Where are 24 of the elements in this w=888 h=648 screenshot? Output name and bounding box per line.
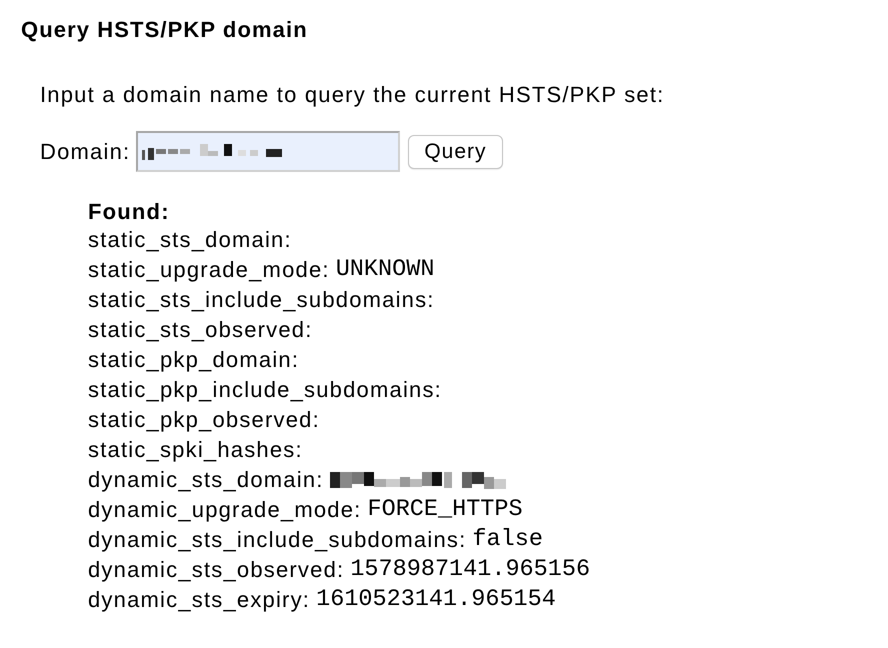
field-value: FORCE_HTTPS [367, 495, 523, 525]
field-label: static_sts_include_subdomains: [88, 286, 435, 314]
field-label: static_pkp_domain: [88, 346, 300, 374]
field-label: static_pkp_observed: [88, 406, 320, 434]
field-label: static_sts_observed: [88, 316, 313, 344]
field-label: dynamic_upgrade_mode: [88, 496, 362, 524]
result-heading: Found: [88, 199, 171, 225]
field-label: static_upgrade_mode: [88, 256, 330, 284]
instruction-text: Input a domain name to query the current HSTS/PKP set: [40, 81, 666, 109]
field-label: dynamic_sts_domain: [88, 466, 324, 494]
field-label: dynamic_sts_include_subdomains: [88, 526, 466, 554]
field-value: UNKNOWN [336, 255, 434, 285]
field-value: 1578987141.965156 [350, 555, 590, 585]
field-label: static_spki_hashes: [88, 436, 303, 464]
field-label: dynamic_sts_observed: [88, 556, 344, 584]
page-title: Query HSTS/PKP domain [21, 16, 309, 44]
field-value: false [472, 525, 543, 555]
field-label: static_sts_domain: [88, 226, 292, 254]
query-button[interactable]: Query [408, 134, 503, 168]
domain-input-field[interactable] [136, 131, 400, 172]
field-label: static_pkp_include_subdomains: [88, 376, 442, 404]
field-label: dynamic_sts_expiry: [88, 586, 310, 614]
domain-label: Domain: [40, 138, 130, 166]
field-value: 1610523141.965154 [316, 585, 556, 615]
